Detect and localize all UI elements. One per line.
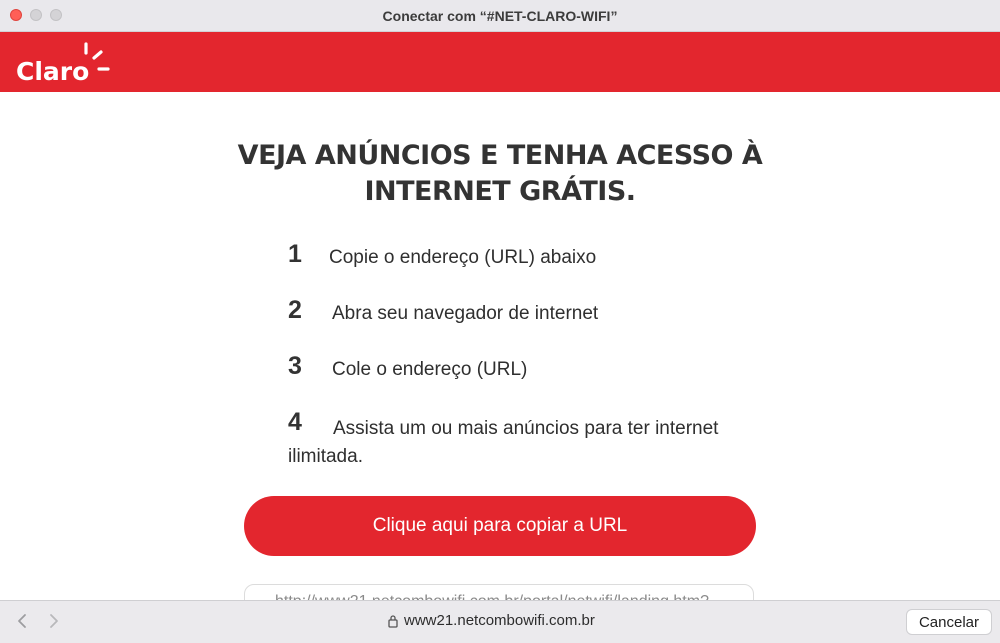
step-item: 2 Abra seu navegador de internet bbox=[288, 296, 748, 352]
zoom-window-button[interactable] bbox=[50, 9, 62, 21]
browser-bottom-bar: www21.netcombowifi.com.br Cancelar bbox=[0, 600, 1000, 643]
close-window-button[interactable] bbox=[10, 9, 22, 21]
window-titlebar: Conectar com “#NET-CLARO-WIFI” bbox=[0, 0, 1000, 32]
cancel-button[interactable]: Cancelar bbox=[905, 609, 992, 635]
chevron-left-icon bbox=[18, 614, 26, 628]
lock-icon bbox=[388, 614, 398, 628]
chevron-right-icon bbox=[50, 614, 58, 628]
step-text: Abra seu navegador de internet bbox=[332, 303, 599, 324]
brand-header: Claro bbox=[0, 32, 1000, 92]
step-number: 1 bbox=[288, 240, 302, 268]
headline-line-2: INTERNET GRÁTIS. bbox=[364, 176, 636, 207]
step-item: 4 Assista um ou mais anúncios para ter i… bbox=[288, 408, 748, 467]
steps-list: 1 Copie o endereço (URL) abaixo 2 Abra s… bbox=[288, 240, 748, 467]
back-button[interactable] bbox=[14, 612, 32, 630]
claro-logo: Claro bbox=[16, 42, 110, 86]
url-field[interactable]: http://www21.netcombowifi.com.br/portal/… bbox=[244, 584, 754, 600]
step-text: Cole o endereço (URL) bbox=[332, 359, 528, 380]
address-text: www21.netcombowifi.com.br bbox=[404, 612, 595, 629]
minimize-window-button[interactable] bbox=[30, 9, 42, 21]
claro-logo-rays bbox=[84, 42, 110, 71]
step-number: 2 bbox=[288, 296, 302, 324]
window-controls bbox=[10, 9, 62, 21]
window-title: Conectar com “#NET-CLARO-WIFI” bbox=[382, 7, 618, 24]
headline-line-1: VEJA ANÚNCIOS E TENHA ACESSO À bbox=[237, 140, 763, 171]
address-display: www21.netcombowifi.com.br bbox=[388, 612, 595, 629]
page-headline: VEJA ANÚNCIOS E TENHA ACESSO À INTERNET … bbox=[200, 138, 800, 210]
step-text: Assista um ou mais anúncios para ter int… bbox=[288, 418, 719, 467]
step-item: 3 Cole o endereço (URL) bbox=[288, 352, 748, 408]
step-text: Copie o endereço (URL) abaixo bbox=[329, 247, 597, 268]
forward-button[interactable] bbox=[44, 612, 62, 630]
copy-url-button[interactable]: Clique aqui para copiar a URL bbox=[244, 496, 756, 556]
page-content: VEJA ANÚNCIOS E TENHA ACESSO À INTERNET … bbox=[0, 92, 1000, 600]
step-number: 3 bbox=[288, 352, 302, 380]
claro-logo-text: Claro bbox=[16, 57, 89, 86]
step-item: 1 Copie o endereço (URL) abaixo bbox=[288, 240, 748, 296]
